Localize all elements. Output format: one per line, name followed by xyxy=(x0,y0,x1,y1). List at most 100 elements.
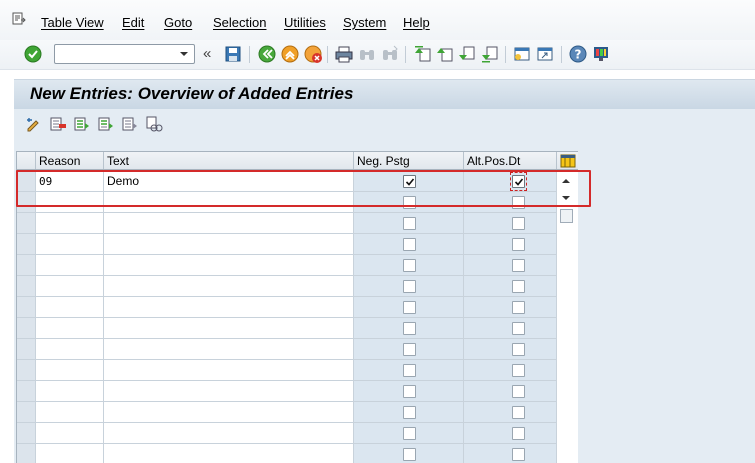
back-icon[interactable] xyxy=(257,44,277,64)
deselect-all-icon[interactable] xyxy=(121,115,139,133)
command-input[interactable] xyxy=(55,45,173,63)
neg-pstg-checkbox[interactable] xyxy=(403,364,416,377)
menu-utilities[interactable]: Utilities xyxy=(284,15,326,30)
menu-help[interactable]: Help xyxy=(403,15,430,30)
text-cell[interactable] xyxy=(104,339,354,360)
row-selector[interactable] xyxy=(17,234,36,255)
text-cell[interactable] xyxy=(104,255,354,276)
neg-pstg-checkbox[interactable] xyxy=(403,322,416,335)
alt-pos-dt-checkbox[interactable] xyxy=(512,322,525,335)
alt-pos-dt-checkbox[interactable] xyxy=(512,364,525,377)
reason-cell[interactable] xyxy=(36,276,104,297)
table-settings-icon[interactable] xyxy=(559,152,577,170)
enter-icon[interactable] xyxy=(23,44,43,64)
delete-icon[interactable] xyxy=(49,115,67,133)
copy-icon[interactable] xyxy=(145,115,163,133)
text-cell[interactable] xyxy=(104,402,354,423)
row-selector[interactable] xyxy=(17,339,36,360)
find-icon[interactable] xyxy=(357,44,377,64)
text-cell[interactable] xyxy=(104,234,354,255)
row-selector[interactable] xyxy=(17,360,36,381)
column-header-alt-pos-dt[interactable]: Alt.Pos.Dt xyxy=(464,152,557,169)
row-selector[interactable] xyxy=(17,402,36,423)
menu-selection[interactable]: Selection xyxy=(213,15,266,30)
text-cell[interactable] xyxy=(104,297,354,318)
create-session-icon[interactable] xyxy=(512,44,532,64)
neg-pstg-checkbox[interactable] xyxy=(403,175,416,188)
alt-pos-dt-checkbox[interactable] xyxy=(512,238,525,251)
reason-cell[interactable] xyxy=(36,360,104,381)
alt-pos-dt-checkbox[interactable] xyxy=(512,385,525,398)
alt-pos-dt-checkbox[interactable] xyxy=(512,196,525,209)
reason-cell[interactable] xyxy=(36,234,104,255)
next-page-icon[interactable] xyxy=(457,44,477,64)
neg-pstg-checkbox[interactable] xyxy=(403,217,416,230)
neg-pstg-checkbox[interactable] xyxy=(403,448,416,461)
neg-pstg-checkbox[interactable] xyxy=(403,406,416,419)
reason-cell[interactable] xyxy=(36,318,104,339)
change-display-icon[interactable] xyxy=(25,115,43,133)
text-cell[interactable] xyxy=(104,192,354,213)
reason-cell[interactable] xyxy=(36,192,104,213)
row-selector[interactable] xyxy=(17,255,36,276)
row-selector[interactable] xyxy=(17,318,36,339)
vertical-scrollbar[interactable] xyxy=(558,170,574,230)
neg-pstg-checkbox[interactable] xyxy=(403,301,416,314)
help-icon[interactable]: ? xyxy=(568,44,588,64)
row-selector[interactable] xyxy=(17,213,36,234)
alt-pos-dt-checkbox[interactable] xyxy=(512,343,525,356)
system-menu-icon[interactable] xyxy=(12,12,26,26)
text-cell[interactable] xyxy=(104,381,354,402)
column-header-neg-pstg[interactable]: Neg. Pstg xyxy=(354,152,464,169)
scroll-thumb[interactable] xyxy=(560,209,573,223)
neg-pstg-checkbox[interactable] xyxy=(403,343,416,356)
last-page-icon[interactable] xyxy=(480,44,500,64)
alt-pos-dt-checkbox[interactable] xyxy=(512,427,525,440)
text-cell[interactable] xyxy=(104,423,354,444)
alt-pos-dt-checkbox[interactable] xyxy=(512,406,525,419)
row-selector[interactable] xyxy=(17,297,36,318)
reason-cell[interactable] xyxy=(36,339,104,360)
reason-cell[interactable] xyxy=(36,402,104,423)
select-all-icon[interactable] xyxy=(73,115,91,133)
neg-pstg-checkbox[interactable] xyxy=(403,196,416,209)
scroll-down-icon[interactable] xyxy=(558,191,574,205)
text-cell[interactable] xyxy=(104,444,354,463)
row-selector[interactable] xyxy=(17,444,36,463)
select-block-icon[interactable] xyxy=(97,115,115,133)
reason-cell[interactable] xyxy=(36,444,104,463)
row-selector[interactable] xyxy=(17,192,36,213)
column-header-reason[interactable]: Reason xyxy=(36,152,104,169)
text-cell[interactable] xyxy=(104,318,354,339)
reason-cell[interactable] xyxy=(36,381,104,402)
text-cell[interactable] xyxy=(104,213,354,234)
alt-pos-dt-checkbox[interactable] xyxy=(512,217,525,230)
reason-cell[interactable] xyxy=(36,297,104,318)
customize-layout-icon[interactable] xyxy=(591,44,611,64)
text-cell[interactable] xyxy=(104,360,354,381)
menu-table-view[interactable]: Table View xyxy=(41,15,104,30)
find-next-icon[interactable] xyxy=(380,44,400,64)
menu-system[interactable]: System xyxy=(343,15,386,30)
neg-pstg-checkbox[interactable] xyxy=(403,385,416,398)
menu-goto[interactable]: Goto xyxy=(164,15,192,30)
cancel-icon[interactable] xyxy=(303,44,323,64)
row-selector[interactable] xyxy=(17,276,36,297)
neg-pstg-checkbox[interactable] xyxy=(403,238,416,251)
row-selector[interactable] xyxy=(17,381,36,402)
reason-cell[interactable] xyxy=(36,213,104,234)
previous-page-icon[interactable] xyxy=(435,44,455,64)
save-icon[interactable] xyxy=(223,44,243,64)
dropdown-icon[interactable] xyxy=(174,45,194,63)
scroll-up-icon[interactable] xyxy=(558,174,574,188)
exit-icon[interactable] xyxy=(280,44,300,64)
row-selector[interactable] xyxy=(17,423,36,444)
text-cell[interactable] xyxy=(104,276,354,297)
select-column-header[interactable] xyxy=(17,152,36,169)
text-cell[interactable]: Demo xyxy=(104,171,354,192)
command-field[interactable] xyxy=(54,44,195,64)
neg-pstg-checkbox[interactable] xyxy=(403,259,416,272)
neg-pstg-checkbox[interactable] xyxy=(403,427,416,440)
reason-cell[interactable] xyxy=(36,423,104,444)
alt-pos-dt-checkbox[interactable] xyxy=(512,280,525,293)
